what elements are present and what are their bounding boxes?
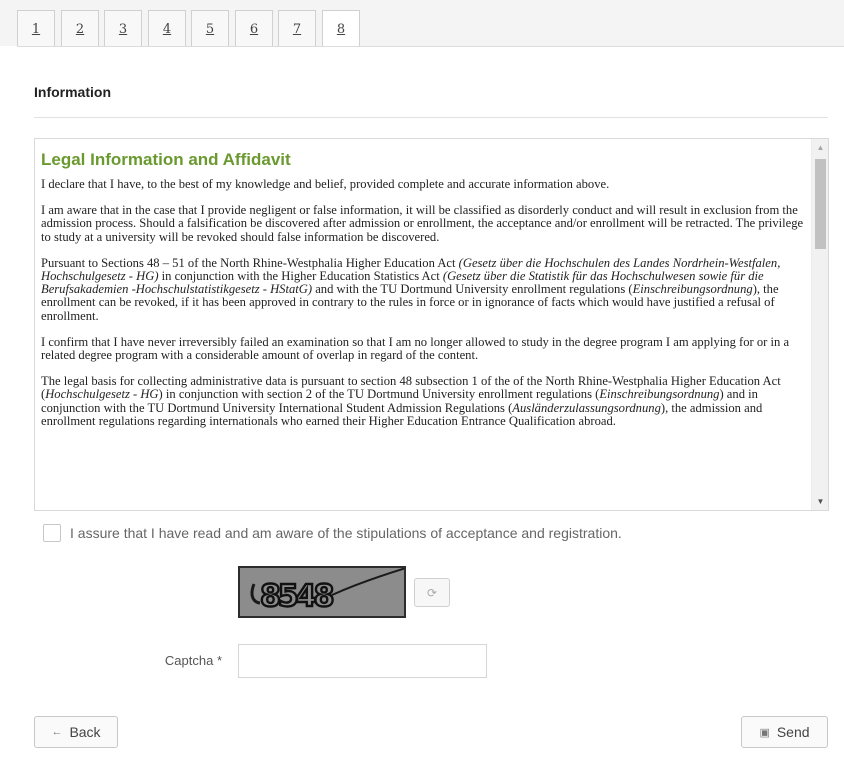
tab-step-3[interactable]: 3 xyxy=(104,10,142,47)
legal-paragraph: The legal basis for collecting administr… xyxy=(41,374,781,428)
send-label: Send xyxy=(776,724,810,740)
refresh-icon: ⟳ xyxy=(426,585,438,600)
tab-step-1[interactable]: 1 xyxy=(17,10,55,47)
affirm-checkbox[interactable] xyxy=(43,524,61,542)
legal-text-content: Legal Information and Affidavit I declar… xyxy=(41,146,811,441)
captcha-label: Captcha * xyxy=(164,653,222,668)
legal-paragraph: Pursuant to Sections 48 – 51 of the Nort… xyxy=(41,255,781,323)
scroll-down-icon[interactable]: ▼ xyxy=(812,493,828,510)
legal-paragraph: I declare that I have, to the best of my… xyxy=(41,177,610,191)
back-label: Back xyxy=(69,724,101,740)
captcha-text: 8548 xyxy=(260,579,334,614)
legal-heading: Legal Information and Affidavit xyxy=(41,150,291,169)
tab-step-5[interactable]: 5 xyxy=(191,10,229,47)
captcha-input[interactable] xyxy=(238,644,487,678)
send-button[interactable]: ▣ Send xyxy=(741,716,828,748)
send-icon: ▣ xyxy=(759,726,770,739)
tab-step-2[interactable]: 2 xyxy=(61,10,99,47)
legal-paragraph: I am aware that in the case that I provi… xyxy=(41,203,804,244)
tab-step-7[interactable]: 7 xyxy=(278,10,316,47)
legal-paragraph: I confirm that I have never irreversibly… xyxy=(41,334,790,363)
section-divider xyxy=(34,117,828,118)
scroll-thumb[interactable] xyxy=(815,159,826,249)
tab-step-8[interactable]: 8 xyxy=(322,10,360,47)
captcha-image: 8548 xyxy=(238,566,406,618)
section-title: Information xyxy=(34,84,111,100)
scroll-up-icon[interactable]: ▲ xyxy=(812,139,828,156)
back-button[interactable]: ← Back xyxy=(34,716,118,748)
tabbar-divider xyxy=(17,46,844,47)
captcha-refresh-button[interactable]: ⟳ xyxy=(414,578,450,607)
affirm-row: I assure that I have read and am aware o… xyxy=(43,524,622,542)
step-tabs: 1 2 3 4 5 6 7 8 xyxy=(0,0,844,47)
legal-text-box[interactable]: Legal Information and Affidavit I declar… xyxy=(34,138,829,511)
arrow-left-icon: ← xyxy=(51,726,63,738)
affirm-label[interactable]: I assure that I have read and am aware o… xyxy=(70,525,622,541)
tab-step-6[interactable]: 6 xyxy=(235,10,273,47)
tab-step-4[interactable]: 4 xyxy=(148,10,186,47)
legal-scrollbar[interactable]: ▲ ▼ xyxy=(811,139,828,510)
